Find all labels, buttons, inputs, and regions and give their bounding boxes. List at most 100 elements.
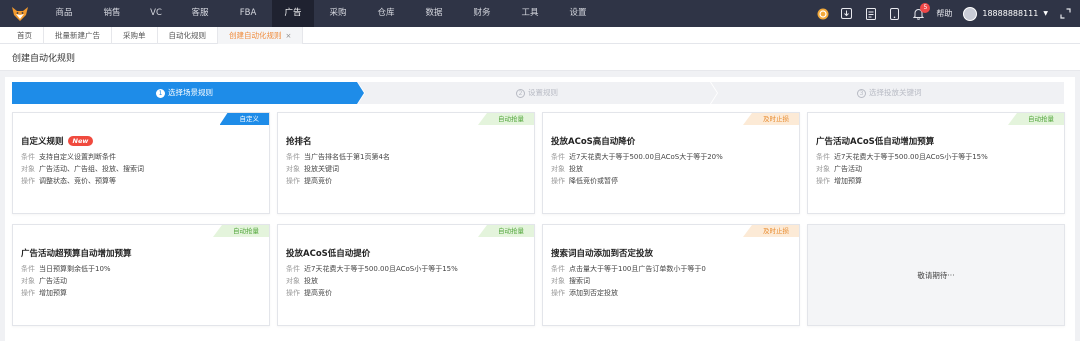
rule-tag: 自动抢量	[213, 225, 269, 237]
rule-operation-key: 操作	[21, 177, 35, 185]
rule-card[interactable]: 自动抢量 广告活动ACoS低自动增加预算 条件 近7天花费大于等于500.00且ACo…	[807, 112, 1065, 214]
rule-condition-value: 当日预算剩余低于10%	[39, 265, 111, 273]
main-content: 1 选择场景规则 2 设置规则 3 选择投放关键词 自定义 自定义规则 New 条件支…	[5, 77, 1075, 341]
rule-title-text: 投放ACoS高自动降价	[551, 137, 636, 147]
rule-card[interactable]: 及时止损 投放ACoS高自动降价 条件 近7天花费大于等于500.00且ACoS大于等…	[542, 112, 800, 214]
fullscreen-icon[interactable]	[1059, 7, 1072, 20]
rule-title-text: 广告活动ACoS低自动增加预算	[816, 137, 935, 147]
rule-operation-value: 添加到否定投放	[569, 289, 618, 297]
rule-target: 对象 搜索词	[551, 275, 791, 287]
coin-icon[interactable]	[816, 7, 829, 20]
nav-item[interactable]: 设置	[554, 0, 602, 27]
rule-target-value: 搜索词	[569, 277, 590, 285]
user-menu[interactable]: 18888888111 ▼	[963, 6, 1048, 21]
tab-label: 首页	[17, 30, 32, 40]
nav-item[interactable]: 财务	[458, 0, 506, 27]
rule-card[interactable]: 自定义 自定义规则 New 条件 支持自定义设置判断条件 对象 广告活动、广告组、投放、搜索…	[12, 112, 270, 214]
tab-item[interactable]: 采购单	[112, 26, 158, 44]
nav-item[interactable]: 销售	[88, 0, 136, 27]
bell-icon[interactable]: 5	[912, 3, 931, 20]
rule-target: 对象 投放	[286, 275, 526, 287]
rule-condition-value: 当广告排名低于第1页第4名	[304, 153, 390, 161]
download-icon[interactable]	[840, 7, 853, 20]
nav-right-tools: 5 帮助 18888888111 ▼	[816, 0, 1072, 27]
rule-condition: 条件 近7天花费大于等于500.00且ACoS小于等于15%	[816, 151, 1056, 163]
rule-title: 投放ACoS低自动提价	[286, 247, 526, 259]
new-badge: New	[67, 136, 94, 146]
rule-operation: 操作 提高竞价	[286, 287, 526, 299]
rule-target-key: 对象	[551, 165, 565, 173]
tab-label: 批量新建广告	[55, 30, 100, 40]
rule-tag: 及时止损	[743, 113, 799, 125]
close-icon[interactable]: ×	[286, 32, 292, 40]
rule-operation: 操作 增加预算	[816, 175, 1056, 187]
rule-card[interactable]: 自动抢量 广告活动超预算自动增加预算 条件 当日预算剩余低于10% 对象 广告活动 操作 增加…	[12, 224, 270, 326]
rule-condition-value: 支持自定义设置判断条件	[39, 153, 116, 161]
nav-item[interactable]: VC	[136, 0, 176, 27]
rule-target-value: 投放关键词	[304, 165, 339, 173]
tab-item[interactable]: 首页	[6, 26, 44, 44]
rule-condition-value: 近7天花费大于等于500.00且ACoS小于等于15%	[304, 265, 458, 273]
tab-label: 创建自动化规则	[229, 30, 282, 40]
rule-tag: 自动抢量	[478, 225, 534, 237]
rule-condition-key: 条件	[21, 153, 35, 161]
rule-target-value: 广告活动	[39, 277, 67, 285]
rule-title: 投放ACoS高自动降价	[551, 135, 791, 147]
rule-operation-value: 增加预算	[39, 289, 67, 297]
nav-item[interactable]: FBA	[224, 0, 272, 27]
step-3-number: 3	[857, 88, 866, 98]
rule-card[interactable]: 自动抢量 抢排名 条件 当广告排名低于第1页第4名 对象 投放关键词 操作 提高竞价	[277, 112, 535, 214]
rule-target-key: 对象	[21, 165, 35, 173]
rule-title-text: 自定义规则	[21, 137, 64, 147]
rule-condition-value: 近7天花费大于等于500.00且ACoS小于等于15%	[834, 153, 988, 161]
rule-title-text: 投放ACoS低自动提价	[286, 249, 371, 259]
rule-target: 对象 广告活动、广告组、投放、搜索词	[21, 163, 261, 175]
rule-condition: 条件 当日预算剩余低于10%	[21, 263, 261, 275]
step-2-label: 设置规则	[528, 88, 558, 97]
fox-logo-icon[interactable]	[0, 0, 40, 27]
rule-target-key: 对象	[21, 277, 35, 285]
nav-item[interactable]: 商品	[40, 0, 88, 27]
rule-condition-key: 条件	[286, 153, 300, 161]
avatar	[963, 6, 978, 21]
rule-condition-key: 条件	[551, 265, 565, 273]
rule-target-key: 对象	[286, 165, 300, 173]
rule-tag: 自定义	[219, 113, 269, 125]
rule-condition: 条件 近7天花费大于等于500.00且ACoS大于等于20%	[551, 151, 791, 163]
rule-condition-value: 近7天花费大于等于500.00且ACoS大于等于20%	[569, 153, 723, 161]
nav-item[interactable]: 广告	[272, 0, 314, 27]
rule-card[interactable]: 及时止损 搜索词自动添加到否定投放 条件 点击量大于等于100且广告订单数小于等于0 对…	[542, 224, 800, 326]
rule-operation-key: 操作	[286, 177, 300, 185]
tab-item[interactable]: 批量新建广告	[44, 26, 112, 44]
nav-item[interactable]: 工具	[506, 0, 554, 27]
mobile-icon[interactable]	[888, 7, 901, 20]
rule-target-value: 广告活动、广告组、投放、搜索词	[39, 165, 144, 173]
rule-operation-key: 操作	[816, 177, 830, 185]
nav-item[interactable]: 仓库	[362, 0, 410, 27]
rule-operation-key: 操作	[21, 289, 35, 297]
rule-target-key: 对象	[286, 277, 300, 285]
step-1-label: 选择场景规则	[168, 88, 213, 97]
tab-item[interactable]: 创建自动化规则 ×	[218, 26, 304, 44]
document-icon[interactable]	[864, 7, 877, 20]
tab-item[interactable]: 自动化规则	[158, 26, 218, 44]
nav-item[interactable]: 采购	[314, 0, 362, 27]
rule-card[interactable]: 自动抢量 投放ACoS低自动提价 条件 近7天花费大于等于500.00且ACoS小于等…	[277, 224, 535, 326]
rule-operation-value: 调整状态、竞价、预算等	[39, 177, 116, 185]
rule-target-value: 广告活动	[834, 165, 862, 173]
rule-title-text: 搜索词自动添加到否定投放	[551, 249, 654, 259]
rule-title: 广告活动ACoS低自动增加预算	[816, 135, 1056, 147]
nav-item[interactable]: 数据	[410, 0, 458, 27]
help-link[interactable]: 帮助	[936, 8, 952, 19]
step-3-label: 选择投放关键词	[869, 88, 922, 97]
nav-item[interactable]: 客服	[176, 0, 224, 27]
rule-operation-value: 提高竞价	[304, 177, 332, 185]
tab-label: 采购单	[123, 30, 146, 40]
rule-target-value: 投放	[304, 277, 318, 285]
rule-tag: 自动抢量	[478, 113, 534, 125]
rule-operation: 操作 提高竞价	[286, 175, 526, 187]
rule-condition-key: 条件	[551, 153, 565, 161]
rule-target: 对象 投放	[551, 163, 791, 175]
page-tabs: 首页 批量新建广告 采购单 自动化规则 创建自动化规则 ×	[0, 26, 1080, 44]
rule-title-text: 抢排名	[286, 137, 312, 147]
